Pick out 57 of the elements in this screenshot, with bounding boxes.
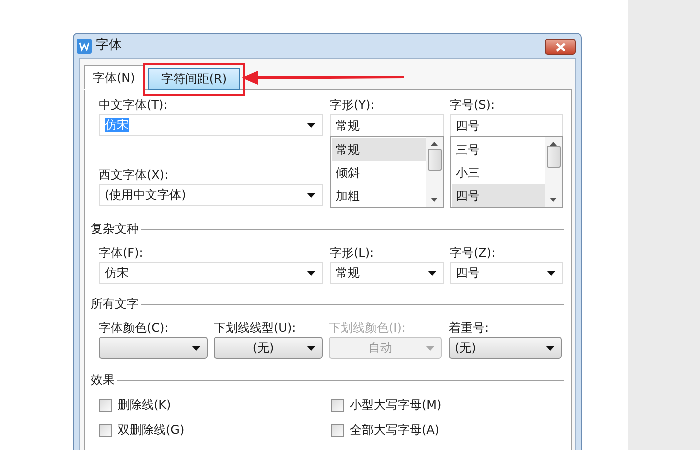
checkbox-label: 小型大写字母(M) xyxy=(350,397,442,414)
field-label: 字形(L): xyxy=(330,245,376,262)
field-label: 下划线颜色(I): xyxy=(329,320,407,337)
list-item[interactable]: 四号 xyxy=(452,184,545,207)
field-label: 字形(Y): xyxy=(330,97,376,114)
dropdown-arrow-icon xyxy=(192,346,201,350)
scroll-down-icon[interactable] xyxy=(550,198,557,202)
dropdown[interactable]: 四号 xyxy=(450,262,563,284)
scroll-thumb[interactable] xyxy=(546,146,560,168)
dropdown-arrow-icon xyxy=(546,346,555,350)
dropdown[interactable] xyxy=(99,337,208,359)
field-label: 字体(F): xyxy=(99,245,144,262)
checkbox-label: 双删除线(G) xyxy=(118,422,185,439)
list-item[interactable]: 三号 xyxy=(452,138,545,161)
list-item[interactable]: 常规 xyxy=(332,138,426,161)
checkbox-label: 删除线(K) xyxy=(118,397,172,414)
section-title: 所有文字 xyxy=(91,296,139,313)
dropdown-arrow-icon xyxy=(547,270,556,276)
dropdown[interactable]: (无) xyxy=(449,337,562,359)
dropdown-arrow-icon xyxy=(426,346,435,350)
dropdown[interactable]: (无) xyxy=(214,337,323,359)
window-title: 字体 xyxy=(96,37,122,56)
dropdown[interactable]: 仿宋 xyxy=(99,262,323,284)
app-logo-icon xyxy=(77,38,92,54)
section-title: 效果 xyxy=(91,372,115,389)
scroll-down-icon[interactable] xyxy=(431,198,438,202)
list-item[interactable]: 小三 xyxy=(452,161,545,184)
section-title: 复杂文种 xyxy=(91,221,139,238)
checkbox[interactable] xyxy=(331,424,344,436)
list-item[interactable]: 加粗 xyxy=(332,184,426,207)
field-label: 字体颜色(C): xyxy=(99,320,170,337)
dropdown-arrow-icon xyxy=(307,346,316,350)
dropdown[interactable]: 常规 xyxy=(330,262,444,284)
input-field[interactable]: 常规 xyxy=(330,114,444,136)
field-label: 字号(S): xyxy=(450,97,496,114)
field-label: 下划线线型(U): xyxy=(214,320,298,337)
checkbox[interactable] xyxy=(331,398,344,412)
scroll-thumb[interactable] xyxy=(428,149,442,171)
close-button[interactable] xyxy=(545,39,576,55)
dropdown[interactable]: (使用中文字体) xyxy=(99,184,323,206)
dropdown-arrow-icon xyxy=(428,270,437,276)
dropdown-arrow-icon xyxy=(307,122,316,128)
scroll-up-icon[interactable] xyxy=(431,142,438,146)
close-icon xyxy=(556,42,566,52)
field-label: 着重号: xyxy=(449,320,490,337)
tab[interactable]: 字体(N) xyxy=(84,65,144,90)
field-label: 中文字体(T): xyxy=(99,97,169,114)
field-label: 西文字体(X): xyxy=(99,167,170,184)
checkbox-label: 全部大写字母(A) xyxy=(350,422,440,439)
list-item[interactable]: 倾斜 xyxy=(332,161,426,184)
dropdown-arrow-icon xyxy=(307,270,316,276)
checkbox[interactable] xyxy=(99,398,112,412)
dropdown-arrow-icon xyxy=(307,192,316,198)
checkbox[interactable] xyxy=(99,424,112,436)
tab[interactable]: 字符间距(R) xyxy=(148,68,240,90)
field-label: 字号(Z): xyxy=(450,245,497,262)
input-field[interactable]: 四号 xyxy=(450,114,563,136)
